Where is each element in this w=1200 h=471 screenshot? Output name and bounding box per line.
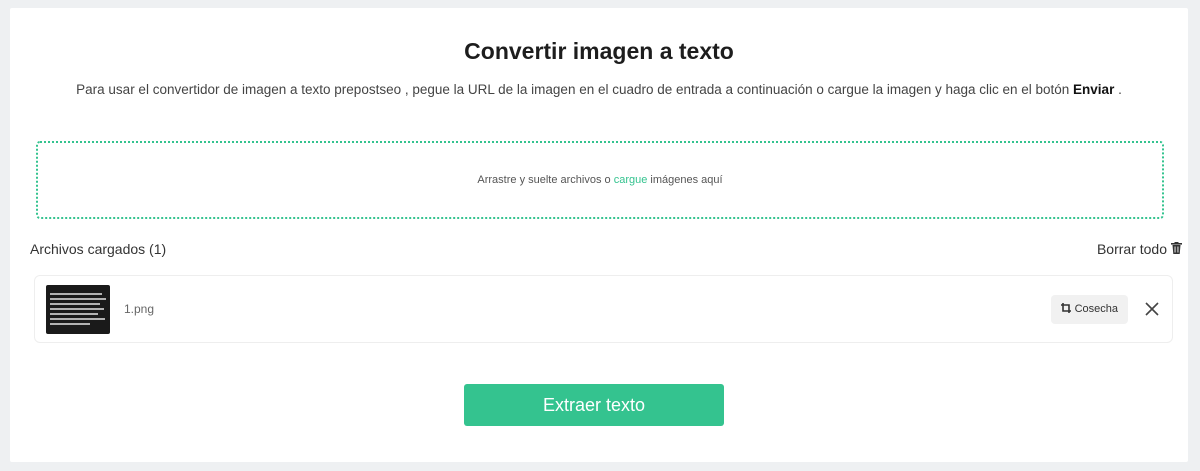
- upload-link[interactable]: cargue: [614, 174, 648, 186]
- page-description: Para usar el convertidor de imagen a tex…: [36, 76, 1162, 103]
- file-name: 1.png: [124, 302, 155, 316]
- file-dropzone[interactable]: Arrastre y suelte archivos o cargue imág…: [36, 141, 1164, 219]
- converter-card: Convertir imagen a texto Para usar el co…: [10, 8, 1188, 462]
- dropzone-text-after: imágenes aquí: [647, 174, 723, 186]
- file-thumbnail: [46, 284, 110, 334]
- extract-text-button[interactable]: Extraer texto: [464, 384, 724, 426]
- clear-all-button[interactable]: Borrar todo: [1097, 241, 1182, 257]
- clear-all-label: Borrar todo: [1096, 241, 1167, 257]
- file-list-item: 1.png Cosecha: [34, 275, 1173, 343]
- crop-label: Cosecha: [1074, 303, 1118, 315]
- remove-file-button[interactable]: [1140, 297, 1164, 321]
- description-bold: Enviar: [1073, 82, 1115, 97]
- crop-icon: [1060, 302, 1071, 316]
- page-title: Convertir imagen a texto: [464, 38, 734, 64]
- dropzone-text: Arrastre y suelte archivos o cargue imág…: [477, 174, 722, 186]
- close-icon: [1145, 302, 1159, 316]
- trash-icon: [1171, 241, 1182, 257]
- uploaded-files-heading: Archivos cargados (1): [30, 241, 167, 257]
- crop-button[interactable]: Cosecha: [1050, 294, 1128, 324]
- description-end: .: [1114, 82, 1122, 97]
- description-text: Para usar el convertidor de imagen a tex…: [76, 82, 1074, 97]
- dropzone-text-before: Arrastre y suelte archivos o: [477, 174, 614, 186]
